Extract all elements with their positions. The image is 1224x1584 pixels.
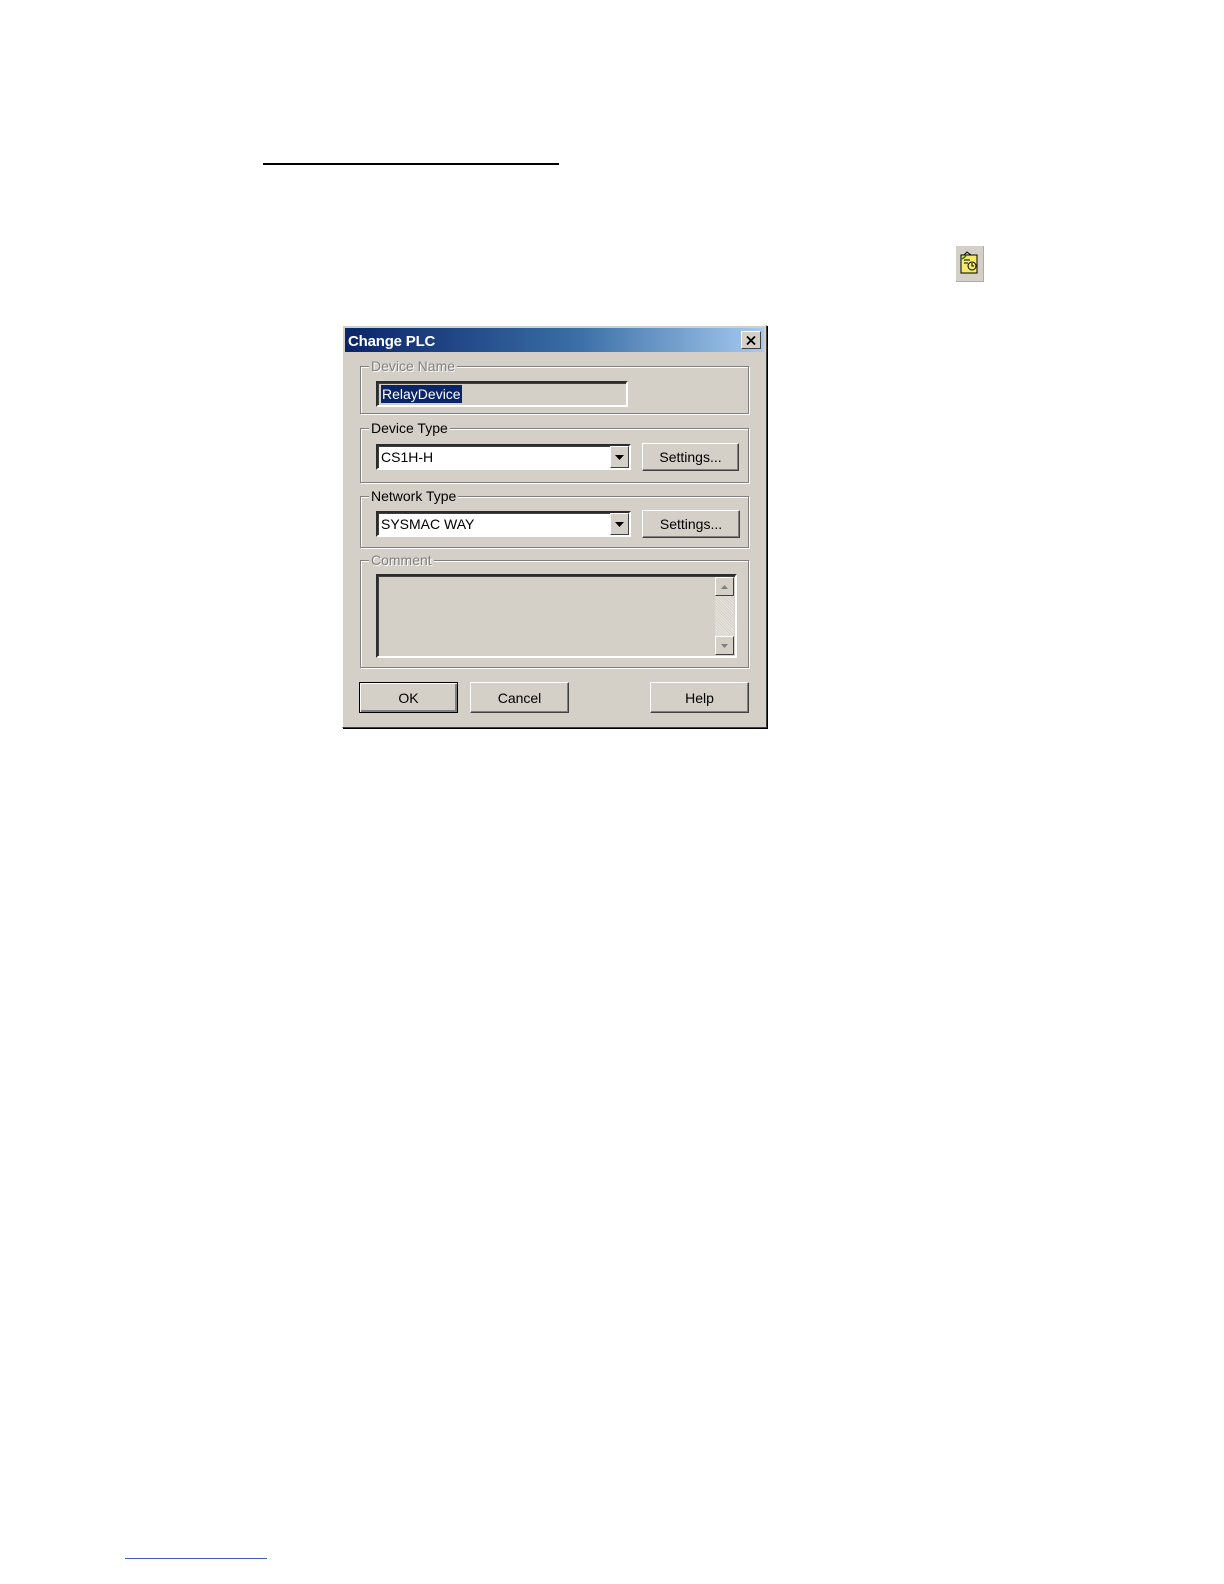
document-page: Change PLC Device Name RelayDevice Devic…	[0, 0, 1224, 1584]
device-type-group: Device Type CS1H-H Settings...	[360, 419, 749, 483]
network-type-value: SYSMAC WAY	[381, 516, 475, 532]
device-type-settings-button[interactable]: Settings...	[642, 443, 739, 471]
ok-button[interactable]: OK	[359, 682, 458, 713]
close-button[interactable]	[741, 331, 761, 349]
arrow-down-icon	[721, 643, 728, 648]
network-type-dropdown[interactable]: SYSMAC WAY	[376, 511, 631, 537]
device-type-dropdown-arrow[interactable]	[610, 446, 629, 468]
heading-underline	[263, 163, 559, 165]
cancel-button[interactable]: Cancel	[470, 682, 569, 713]
network-type-group: Network Type SYSMAC WAY Settings...	[360, 487, 749, 548]
device-type-label: Device Type	[369, 419, 450, 437]
comment-scrollbar[interactable]	[715, 577, 734, 655]
dialog-titlebar: Change PLC	[345, 328, 764, 352]
close-icon	[746, 335, 756, 345]
change-plc-dialog: Change PLC Device Name RelayDevice Devic…	[342, 325, 767, 728]
change-plc-toolbar-button[interactable]	[956, 246, 984, 282]
device-name-label: Device Name	[369, 357, 458, 375]
network-type-dropdown-arrow[interactable]	[610, 513, 629, 535]
device-name-group: Device Name RelayDevice	[360, 357, 749, 414]
device-type-dropdown[interactable]: CS1H-H	[376, 444, 631, 470]
device-name-value: RelayDevice	[381, 385, 462, 403]
scroll-up-button[interactable]	[715, 577, 734, 596]
device-type-value: CS1H-H	[381, 449, 434, 465]
comment-textarea[interactable]	[376, 574, 737, 658]
device-name-field[interactable]: RelayDevice	[376, 381, 628, 407]
network-type-settings-button[interactable]: Settings...	[642, 510, 740, 538]
comment-group: Comment	[360, 551, 749, 668]
network-type-label: Network Type	[369, 487, 459, 505]
chevron-down-icon	[615, 454, 624, 460]
arrow-up-icon	[721, 584, 728, 589]
scroll-down-button[interactable]	[715, 636, 734, 655]
footnote-rule	[125, 1558, 267, 1559]
comment-label: Comment	[369, 551, 434, 569]
chevron-down-icon	[615, 521, 624, 527]
dialog-title: Change PLC	[348, 333, 436, 350]
change-plc-icon	[960, 251, 978, 274]
help-button[interactable]: Help	[650, 682, 749, 713]
